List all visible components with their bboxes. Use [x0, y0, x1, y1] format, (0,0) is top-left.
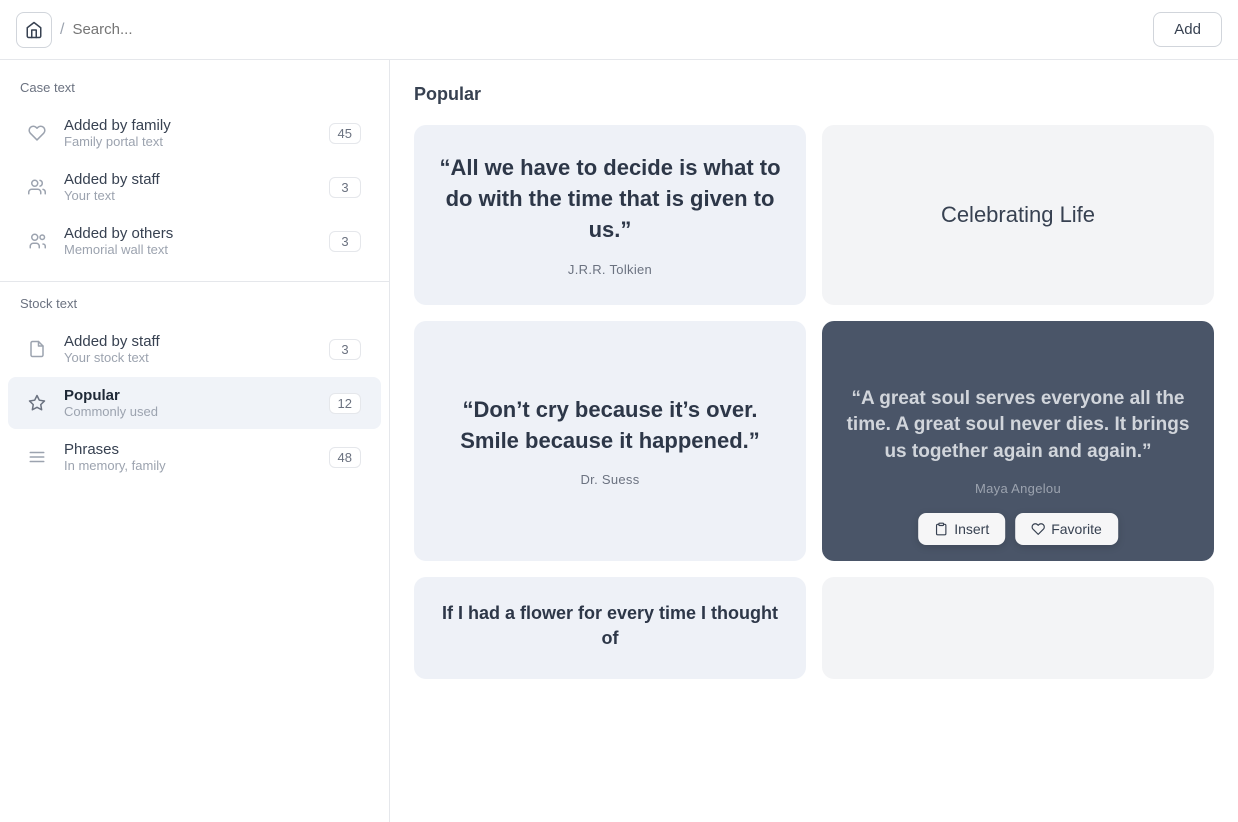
celebrating-life-title: Celebrating Life [941, 202, 1095, 228]
sidebar-item-phrases-title: Phrases [64, 441, 329, 458]
sidebar-item-others-text: Added by others Memorial wall text [64, 225, 329, 257]
sidebar: Case text Added by family Family portal … [0, 60, 390, 822]
insert-button[interactable]: Insert [918, 513, 1005, 545]
flower-quote: If I had a flower for every time I thoug… [438, 601, 782, 651]
sidebar-item-added-by-family[interactable]: Added by family Family portal text 45 [8, 107, 381, 159]
card-flower-partial[interactable]: If I had a flower for every time I thoug… [414, 577, 806, 679]
sidebar-item-staff-stock-title: Added by staff [64, 333, 329, 350]
content-area: Popular “All we have to decide is what t… [390, 60, 1238, 822]
sidebar-item-others-title: Added by others [64, 225, 329, 242]
sidebar-item-staff-stock-text: Added by staff Your stock text [64, 333, 329, 365]
clipboard-icon [934, 522, 948, 536]
sidebar-item-family-sub: Family portal text [64, 134, 329, 149]
search-input[interactable] [72, 21, 1145, 38]
card-celebrating-life[interactable]: Celebrating Life [822, 125, 1214, 305]
sidebar-item-staff-case-title: Added by staff [64, 171, 329, 188]
sidebar-item-popular-sub: Commonly used [64, 404, 329, 419]
sidebar-divider-1 [0, 281, 389, 282]
sidebar-item-phrases[interactable]: Phrases In memory, family 48 [8, 431, 381, 483]
star-icon [28, 394, 56, 412]
sidebar-item-staff-stock-sub: Your stock text [64, 350, 329, 365]
suess-quote: “Don’t cry because it’s over. Smile beca… [438, 395, 782, 457]
sidebar-item-popular-text: Popular Commonly used [64, 387, 329, 419]
staff-case-icon [28, 178, 56, 196]
sidebar-item-family-text: Added by family Family portal text [64, 117, 329, 149]
sidebar-item-others-badge: 3 [329, 231, 361, 252]
sidebar-item-popular-badge: 12 [329, 393, 361, 414]
insert-label: Insert [954, 521, 989, 537]
tolkien-quote: “All we have to decide is what to do wit… [438, 153, 782, 245]
sidebar-item-family-title: Added by family [64, 117, 329, 134]
sidebar-item-staff-case-badge: 3 [329, 177, 361, 198]
heart-icon [28, 124, 56, 142]
card-suess[interactable]: “Don’t cry because it’s over. Smile beca… [414, 321, 806, 561]
favorite-heart-icon [1031, 522, 1045, 536]
sidebar-item-staff-case-text: Added by staff Your text [64, 171, 329, 203]
sidebar-item-phrases-text: Phrases In memory, family [64, 441, 329, 473]
sidebar-item-family-badge: 45 [329, 123, 361, 144]
sidebar-item-popular[interactable]: Popular Commonly used 12 [8, 377, 381, 429]
stock-text-section-label: Stock text [0, 296, 389, 321]
card-tolkien[interactable]: “All we have to decide is what to do wit… [414, 125, 806, 305]
breadcrumb-separator: / [60, 21, 64, 39]
sidebar-item-added-by-others[interactable]: Added by others Memorial wall text 3 [8, 215, 381, 267]
card-maya[interactable]: “A great soul serves everyone all the ti… [822, 321, 1214, 561]
home-button[interactable] [16, 12, 52, 48]
sidebar-item-added-by-staff-case[interactable]: Added by staff Your text 3 [8, 161, 381, 213]
main-layout: Case text Added by family Family portal … [0, 60, 1238, 822]
card-placeholder-right[interactable] [822, 577, 1214, 679]
sidebar-item-staff-case-sub: Your text [64, 188, 329, 203]
maya-quote: “A great soul serves everyone all the ti… [846, 386, 1190, 466]
suess-author: Dr. Suess [580, 472, 639, 487]
favorite-label: Favorite [1051, 521, 1102, 537]
phrases-icon [28, 448, 56, 466]
content-title: Popular [414, 84, 1214, 105]
sidebar-item-staff-stock-badge: 3 [329, 339, 361, 360]
case-text-section-label: Case text [0, 80, 389, 105]
add-button[interactable]: Add [1153, 12, 1222, 47]
cards-grid: “All we have to decide is what to do wit… [414, 125, 1214, 679]
sidebar-item-phrases-sub: In memory, family [64, 458, 329, 473]
sidebar-item-phrases-badge: 48 [329, 447, 361, 468]
header: / Add [0, 0, 1238, 60]
card-maya-overlay: Insert Favorite [918, 513, 1118, 545]
sidebar-item-others-sub: Memorial wall text [64, 242, 329, 257]
sidebar-item-added-by-staff-stock[interactable]: Added by staff Your stock text 3 [8, 323, 381, 375]
others-icon [28, 232, 56, 250]
file-icon [28, 340, 56, 358]
maya-author: Maya Angelou [975, 481, 1061, 496]
favorite-button[interactable]: Favorite [1015, 513, 1118, 545]
sidebar-item-popular-title: Popular [64, 387, 329, 404]
tolkien-author: J.R.R. Tolkien [568, 262, 652, 277]
